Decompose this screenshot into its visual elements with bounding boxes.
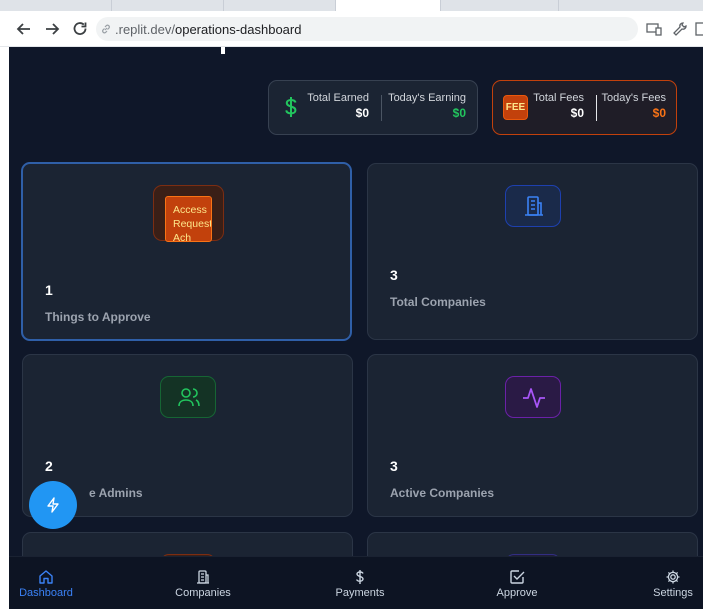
todays-earning-label: Today's Earning <box>388 92 466 104</box>
users-icon-box <box>160 376 216 418</box>
things-to-approve-card[interactable]: Access Request Ach 1 Things to Approve <box>21 162 352 341</box>
browser-tab[interactable] <box>441 0 559 11</box>
card-count: 1 <box>45 282 53 298</box>
page-edge <box>0 47 9 609</box>
back-arrow-icon[interactable] <box>14 19 34 39</box>
title-fragment <box>221 47 225 54</box>
total-earned: Total Earned $0 <box>307 92 369 120</box>
dollar-icon <box>356 570 364 584</box>
url-domain: .replit.dev/ <box>115 22 175 37</box>
reload-icon[interactable] <box>70 19 90 39</box>
card-count: 3 <box>390 267 398 283</box>
check-square-icon <box>510 570 525 584</box>
access-request-badge: Access Request Ach <box>165 196 212 242</box>
users-icon <box>178 388 200 407</box>
nav-settings-label: Settings <box>653 587 693 599</box>
browser-tab[interactable] <box>0 0 112 11</box>
lightning-icon <box>47 497 59 513</box>
stat-divider <box>381 95 382 121</box>
nav-companies-label: Companies <box>175 587 231 599</box>
dollar-icon <box>285 97 297 117</box>
quick-action-button[interactable] <box>29 481 77 529</box>
earnings-stat: Total Earned $0 Today's Earning $0 <box>268 80 478 135</box>
nav-approve-label: Approve <box>496 587 538 599</box>
todays-fees-label: Today's Fees <box>601 92 666 104</box>
todays-fees: Today's Fees $0 <box>602 92 666 120</box>
bottom-navigation: Dashboard Companies Payments Approve Set… <box>9 556 703 609</box>
browser-tab[interactable] <box>224 0 336 11</box>
forward-arrow-icon[interactable] <box>42 19 62 39</box>
building-icon-box <box>505 185 561 227</box>
card-label: Active Companies <box>390 486 495 500</box>
todays-earning-value: $0 <box>452 106 466 120</box>
gear-icon <box>666 570 680 584</box>
total-fees-value: $0 <box>570 106 584 120</box>
home-icon <box>39 570 53 584</box>
card-count: 3 <box>390 458 398 474</box>
access-request-icon-box: Access Request Ach <box>153 185 224 242</box>
active-companies-card[interactable]: 3 Active Companies <box>367 354 698 517</box>
address-bar[interactable]: .replit.dev/operations-dashboard <box>96 17 638 41</box>
total-fees: Total Fees $0 <box>533 92 584 120</box>
devices-icon[interactable] <box>645 20 663 38</box>
url-path: operations-dashboard <box>174 22 302 37</box>
card-label: Total Companies <box>390 295 486 309</box>
operations-dashboard: Total Earned $0 Today's Earning $0 FEE T… <box>9 47 703 609</box>
nav-payments[interactable]: Payments <box>320 557 400 609</box>
todays-earning: Today's Earning $0 <box>388 92 466 120</box>
nav-approve[interactable]: Approve <box>477 557 557 609</box>
site-info-icon[interactable] <box>100 23 112 35</box>
browser-tab[interactable] <box>112 0 224 11</box>
nav-dashboard-label: Dashboard <box>19 587 73 599</box>
total-fees-label: Total Fees <box>533 92 584 104</box>
browser-toolbar: .replit.dev/operations-dashboard <box>0 11 703 47</box>
total-earned-value: $0 <box>355 106 369 120</box>
card-label: e Admins <box>89 486 143 500</box>
browser-tab-strip <box>0 0 703 11</box>
browser-tab-active[interactable] <box>336 0 441 11</box>
nav-companies[interactable]: Companies <box>163 557 243 609</box>
nav-dashboard[interactable]: Dashboard <box>9 557 86 609</box>
card-label: Things to Approve <box>45 310 151 324</box>
total-companies-card[interactable]: 3 Total Companies <box>367 163 698 340</box>
activity-icon <box>523 388 545 408</box>
total-earned-label: Total Earned <box>307 92 369 104</box>
fee-badge: FEE <box>503 95 528 120</box>
card-count: 2 <box>45 458 53 474</box>
nav-settings[interactable]: Settings <box>633 557 703 609</box>
building-icon <box>525 196 543 216</box>
activity-icon-box <box>505 376 561 418</box>
building-icon <box>197 570 209 584</box>
nav-payments-label: Payments <box>335 587 385 599</box>
stat-divider <box>596 95 597 121</box>
fees-stat: FEE Total Fees $0 Today's Fees $0 <box>492 80 677 135</box>
url-text: .replit.dev/operations-dashboard <box>115 22 301 37</box>
wrench-icon[interactable] <box>671 20 689 38</box>
todays-fees-value: $0 <box>652 106 666 120</box>
sidebar-icon[interactable] <box>694 20 703 38</box>
